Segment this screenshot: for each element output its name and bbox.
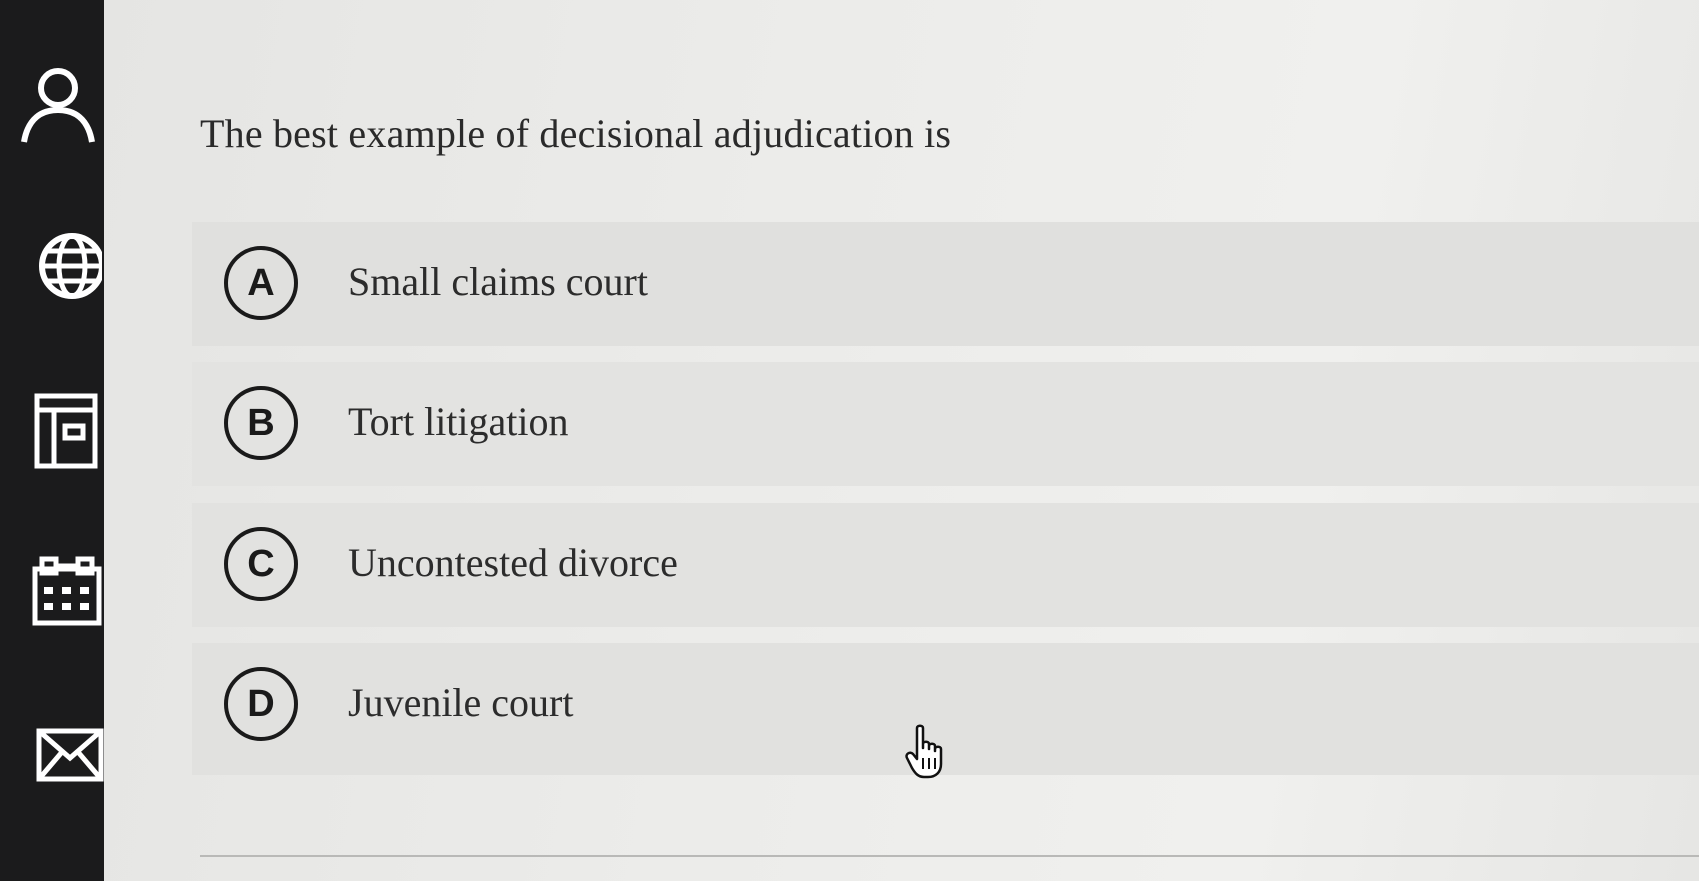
person-icon[interactable] [18, 66, 98, 146]
option-label: Small claims court [348, 259, 648, 304]
option-letter-badge: A [224, 246, 298, 320]
answer-option-c[interactable]: C Uncontested divorce [192, 503, 1699, 627]
option-label: Juvenile court [348, 680, 574, 725]
option-label: Tort litigation [348, 399, 569, 444]
option-letter-badge: C [224, 527, 298, 601]
quiz-page: The best example of decisional adjudicat… [0, 0, 1699, 881]
sidebar [0, 0, 104, 881]
mail-icon[interactable] [36, 728, 104, 782]
calendar-icon[interactable] [32, 555, 102, 627]
answer-option-a[interactable]: A Small claims court [192, 222, 1699, 346]
option-letter-badge: D [224, 667, 298, 741]
globe-icon[interactable] [36, 226, 102, 306]
hand-pointer-icon [905, 724, 943, 779]
layout-icon[interactable] [34, 393, 98, 469]
question-text: The best example of decisional adjudicat… [200, 111, 952, 156]
bottom-divider [200, 855, 1699, 857]
option-label: Uncontested divorce [348, 540, 678, 585]
answer-option-b[interactable]: B Tort litigation [192, 362, 1699, 486]
option-letter-badge: B [224, 386, 298, 460]
